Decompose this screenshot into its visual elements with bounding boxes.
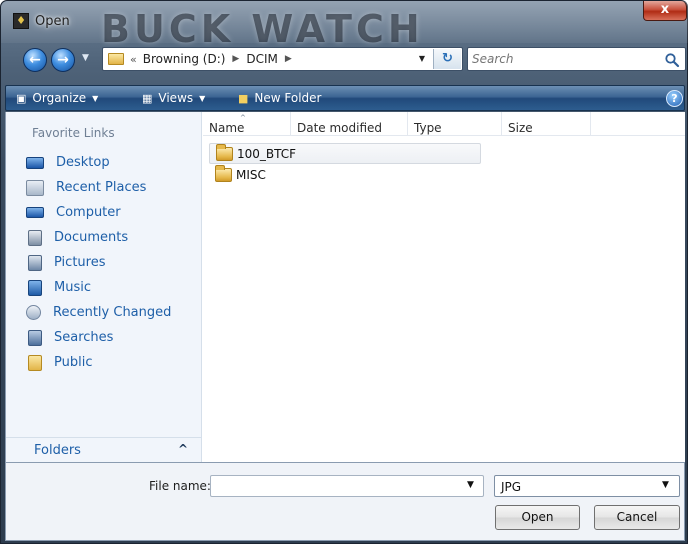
sidebar-item-label: Pictures xyxy=(54,255,106,270)
music-icon xyxy=(28,279,42,296)
file-list-pane: ^ Name Date modified Type Size 100_BTCF xyxy=(203,112,685,462)
search-input[interactable] xyxy=(472,50,657,68)
sidebar-item-public[interactable]: Public xyxy=(6,350,202,375)
sidebar-item-label: Computer xyxy=(56,205,121,220)
breadcrumb-drive[interactable]: Browning (D:) xyxy=(143,52,226,66)
address-bar[interactable]: « Browning (D:) ▶ DCIM ▶ ▼ ↻ xyxy=(102,47,463,71)
favorite-links-heading: Favorite Links xyxy=(32,126,115,140)
dialog-footer: File name: ▼ JPG ▼ Open Cancel xyxy=(5,463,685,541)
breadcrumb-dcim[interactable]: DCIM xyxy=(246,52,278,66)
file-type-select[interactable]: JPG ▼ xyxy=(494,475,680,497)
navigation-pane: Favorite Links Desktop Recent Places Com… xyxy=(6,112,202,462)
refresh-button[interactable]: ↻ xyxy=(433,49,461,69)
list-item[interactable]: MISC xyxy=(203,164,685,185)
views-icon: ▦ xyxy=(142,91,153,105)
file-name-combobox[interactable]: ▼ xyxy=(210,475,484,497)
forward-button[interactable]: → xyxy=(51,48,75,72)
file-name-label: File name: xyxy=(149,479,211,493)
recently-changed-icon xyxy=(26,305,41,320)
chevron-right-icon[interactable]: ▶ xyxy=(285,54,292,64)
column-header-size[interactable]: Size xyxy=(502,112,591,136)
searches-icon xyxy=(28,329,42,346)
sidebar-item-label: Documents xyxy=(54,230,129,245)
folder-icon xyxy=(215,164,232,182)
recent-places-icon xyxy=(26,179,44,196)
file-name-field[interactable] xyxy=(214,478,458,494)
documents-icon xyxy=(28,229,42,246)
window-title: Open xyxy=(35,14,70,29)
sidebar-item-label: Recently Changed xyxy=(53,305,172,320)
folder-icon xyxy=(108,53,124,65)
column-label: Name xyxy=(209,121,245,135)
sidebar-item-documents[interactable]: Documents xyxy=(6,225,202,250)
chevron-up-icon: ^ xyxy=(178,442,189,456)
app-icon: ♦ xyxy=(13,13,29,29)
sort-ascending-icon: ^ xyxy=(240,114,246,122)
column-header-type[interactable]: Type xyxy=(408,112,502,136)
recent-pages-dropdown[interactable]: ▼ xyxy=(82,53,94,67)
back-button[interactable]: ← xyxy=(23,48,47,72)
public-folder-icon xyxy=(28,354,42,371)
chevron-down-icon[interactable]: ▼ xyxy=(467,480,474,490)
column-label: Date modified xyxy=(297,121,383,135)
sidebar-item-label: Public xyxy=(54,355,93,370)
chevron-right-icon[interactable]: ▶ xyxy=(232,54,239,64)
chevron-down-icon: ▼ xyxy=(662,480,669,490)
views-label: Views xyxy=(158,91,194,105)
column-header-name[interactable]: ^ Name xyxy=(203,112,291,136)
sidebar-item-music[interactable]: Music xyxy=(6,275,202,300)
new-folder-icon: ■ xyxy=(238,91,249,105)
search-box[interactable] xyxy=(467,47,686,71)
new-folder-button[interactable]: ■ New Folder xyxy=(238,91,321,105)
command-bar: ▣ Organize ▼ ▦ Views ▼ ■ New Folder ? xyxy=(5,85,685,111)
folders-toggle[interactable]: Folders ^ xyxy=(6,437,201,462)
sidebar-item-recently-changed[interactable]: Recently Changed xyxy=(6,300,202,325)
search-icon[interactable] xyxy=(664,52,680,68)
cancel-button[interactable]: Cancel xyxy=(594,505,680,530)
organize-button[interactable]: ▣ Organize ▼ xyxy=(16,91,98,105)
sidebar-item-recent-places[interactable]: Recent Places xyxy=(6,175,202,200)
column-label: Type xyxy=(414,121,442,135)
dialog-body: Favorite Links Desktop Recent Places Com… xyxy=(5,112,685,463)
favorite-links-list: Desktop Recent Places Computer Documents… xyxy=(6,150,202,375)
chevron-down-icon: ▼ xyxy=(199,93,206,103)
new-folder-label: New Folder xyxy=(254,91,322,105)
file-name: MISC xyxy=(236,167,266,182)
close-button[interactable]: x xyxy=(643,1,687,21)
chevron-down-icon: ▼ xyxy=(92,93,99,103)
computer-icon xyxy=(26,207,44,218)
window-frame: BUCK WATCH ♦ Open x ← → ▼ « Browning (D:… xyxy=(0,0,688,544)
help-button[interactable]: ? xyxy=(666,90,683,107)
file-type-value: JPG xyxy=(501,480,522,494)
sidebar-item-label: Desktop xyxy=(56,155,110,170)
folders-label: Folders xyxy=(34,443,81,458)
organize-icon: ▣ xyxy=(16,91,27,105)
sidebar-item-label: Music xyxy=(54,280,91,295)
file-list: 100_BTCF MISC xyxy=(203,143,685,185)
wallpaper-watermark: BUCK WATCH xyxy=(101,7,424,51)
sidebar-item-desktop[interactable]: Desktop xyxy=(6,150,202,175)
open-button[interactable]: Open xyxy=(495,505,580,530)
sidebar-item-label: Recent Places xyxy=(56,180,147,195)
sidebar-item-computer[interactable]: Computer xyxy=(6,200,202,225)
desktop-icon xyxy=(26,156,44,169)
column-header-row: ^ Name Date modified Type Size xyxy=(203,112,685,136)
views-button[interactable]: ▦ Views ▼ xyxy=(142,91,205,105)
column-header-date-modified[interactable]: Date modified xyxy=(291,112,408,136)
list-item[interactable]: 100_BTCF xyxy=(209,143,481,164)
column-label: Size xyxy=(508,121,533,135)
breadcrumb-overflow[interactable]: « xyxy=(130,53,137,66)
file-name: 100_BTCF xyxy=(237,146,297,161)
sidebar-item-searches[interactable]: Searches xyxy=(6,325,202,350)
folder-icon xyxy=(216,143,233,161)
sidebar-item-pictures[interactable]: Pictures xyxy=(6,250,202,275)
organize-label: Organize xyxy=(32,91,87,105)
address-dropdown-button[interactable]: ▼ xyxy=(413,48,431,70)
sidebar-item-label: Searches xyxy=(54,330,114,345)
pictures-icon xyxy=(28,254,42,271)
